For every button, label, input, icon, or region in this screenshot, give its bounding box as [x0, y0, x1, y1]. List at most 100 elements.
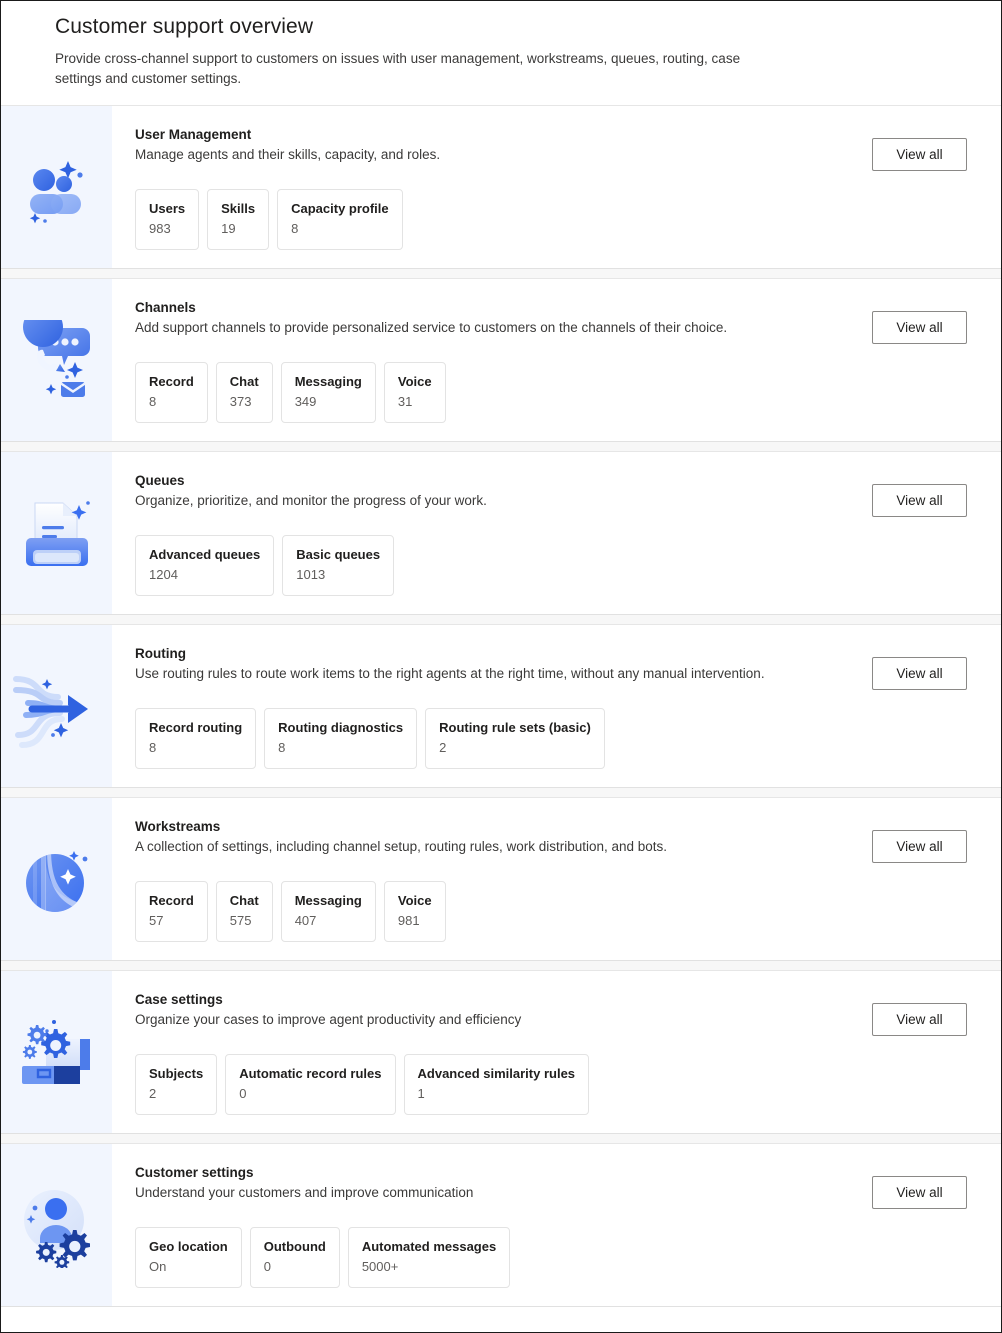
view-all-button[interactable]: View all	[872, 657, 967, 690]
card-body: Queues Organize, prioritize, and monitor …	[112, 452, 862, 614]
stat-tile[interactable]: Voice 31	[383, 362, 446, 423]
stat-tile[interactable]: Outbound 0	[249, 1227, 340, 1288]
card-action-area: View all	[862, 971, 1001, 1133]
view-all-button[interactable]: View all	[872, 1176, 967, 1209]
stat-tile[interactable]: Automated messages 5000+	[347, 1227, 511, 1288]
card-title: Case settings	[135, 992, 223, 1007]
stat-tile-label: Basic queues	[296, 547, 381, 562]
card-description: Organize, prioritize, and monitor the pr…	[135, 493, 487, 508]
card-action-area: View all	[862, 279, 1001, 441]
stat-tile-label: Voice	[397, 374, 432, 389]
overview-card: User Management Manage agents and their s…	[1, 105, 1001, 269]
stat-tile-label: Messaging	[294, 893, 362, 908]
card-illustration	[1, 971, 112, 1133]
overview-card: Case settings Organize your cases to impr…	[1, 970, 1001, 1134]
stat-tile[interactable]: Messaging 349	[280, 362, 376, 423]
view-all-button[interactable]: View all	[872, 484, 967, 517]
card-illustration	[1, 452, 112, 614]
stat-tile-value: On	[149, 1259, 167, 1274]
overview-card: Workstreams A collection of settings, inc…	[1, 797, 1001, 961]
stat-tile[interactable]: Capacity profile 8	[277, 189, 403, 250]
card-body: Workstreams A collection of settings, inc…	[112, 798, 862, 960]
stat-tile[interactable]: Subjects 2	[135, 1054, 218, 1115]
chat-phone-mail-icon	[22, 320, 90, 397]
overview-card: Routing Use routing rules to route work i…	[1, 624, 1001, 788]
stat-tile[interactable]: Record 8	[135, 362, 208, 423]
stat-tile-value: 8	[149, 740, 157, 755]
stat-tile-value: 8	[149, 394, 157, 409]
card-title: Customer settings	[135, 1165, 254, 1180]
customer-support-overview-page: Customer support overview Provide cross-…	[0, 0, 1002, 1333]
stat-tile[interactable]: Skills 19	[207, 189, 270, 250]
stat-tile-label: Geo location	[149, 1239, 228, 1254]
stat-tile-label: Chat	[229, 893, 259, 908]
stat-tile-value: 19	[221, 221, 236, 236]
stat-tile[interactable]: Record 57	[135, 881, 208, 942]
stat-tile-label: Automatic record rules	[239, 1066, 382, 1081]
view-all-button[interactable]: View all	[872, 1003, 967, 1036]
stat-tile-group: Record 8 Chat 373 Messaging 349 Voice 31	[135, 362, 862, 423]
card-description: Understand your customers and improve co…	[135, 1185, 474, 1200]
card-title: Routing	[135, 646, 186, 661]
stat-tile-label: Outbound	[263, 1239, 326, 1254]
page-title: Customer support overview	[55, 15, 314, 38]
stat-tile-label: Skills	[221, 201, 256, 216]
stat-tile-value: 1204	[149, 567, 178, 582]
stat-tile-value: 8	[278, 740, 286, 755]
stat-tile[interactable]: Advanced queues 1204	[135, 535, 275, 596]
stat-tile-value: 0	[263, 1259, 271, 1274]
stat-tile-value: 8	[291, 221, 299, 236]
stat-tile-group: Record 57 Chat 575 Messaging 407 Voice 981	[135, 881, 862, 942]
stat-tile-label: Subjects	[149, 1066, 204, 1081]
stat-tile[interactable]: Routing rule sets (basic) 2	[425, 708, 605, 769]
stat-tile[interactable]: Basic queues 1013	[282, 535, 395, 596]
card-illustration	[1, 625, 112, 787]
stat-tile-label: Capacity profile	[291, 201, 389, 216]
card-illustration	[1, 1144, 112, 1306]
stat-tile-group: Users 983 Skills 19 Capacity profile 8	[135, 189, 862, 250]
card-description: Organize your cases to improve agent pro…	[135, 1012, 522, 1027]
stat-tile-label: Advanced similarity rules	[417, 1066, 576, 1081]
card-title: Channels	[135, 300, 196, 315]
view-all-button[interactable]: View all	[872, 830, 967, 863]
stat-tile-group: Record routing 8 Routing diagnostics 8 Routi…	[135, 708, 862, 769]
card-action-area: View all	[862, 1144, 1001, 1306]
card-description: Use routing rules to route work items to…	[135, 666, 765, 681]
stat-tile[interactable]: Chat 575	[215, 881, 273, 942]
card-action-area: View all	[862, 106, 1001, 268]
stat-tile[interactable]: Messaging 407	[280, 881, 376, 942]
stat-tile[interactable]: Users 983	[135, 189, 200, 250]
card-body: Case settings Organize your cases to impr…	[112, 971, 862, 1133]
stat-tile-value: 0	[239, 1086, 247, 1101]
stat-tile-label: Routing diagnostics	[278, 720, 404, 735]
stat-tile[interactable]: Geo location On	[135, 1227, 242, 1288]
stat-tile-group: Advanced queues 1204 Basic queues 1013	[135, 535, 862, 596]
card-body: Channels Add support channels to provide …	[112, 279, 862, 441]
stat-tile-label: Messaging	[294, 374, 362, 389]
view-all-button[interactable]: View all	[872, 311, 967, 344]
stat-tile-group: Subjects 2 Automatic record rules 0 Advanced…	[135, 1054, 862, 1115]
overview-card-list: User Management Manage agents and their s…	[1, 105, 1001, 1307]
stat-tile-value: 5000+	[361, 1259, 399, 1274]
overview-card: Queues Organize, prioritize, and monitor …	[1, 451, 1001, 615]
page-subtitle: Provide cross-channel support to custome…	[55, 51, 741, 86]
card-action-area: View all	[862, 625, 1001, 787]
stat-tile[interactable]: Record routing 8	[135, 708, 257, 769]
stat-tile[interactable]: Voice 981	[383, 881, 446, 942]
card-action-area: View all	[862, 452, 1001, 614]
stat-tile[interactable]: Routing diagnostics 8	[264, 708, 418, 769]
stat-tile-value: 57	[149, 913, 164, 928]
stat-tile-value: 31	[397, 394, 413, 409]
case-gears-icon	[21, 1020, 90, 1084]
stat-tile-label: Chat	[229, 374, 259, 389]
stat-tile[interactable]: Automatic record rules 0	[225, 1054, 396, 1115]
stat-tile[interactable]: Advanced similarity rules 1	[403, 1054, 590, 1115]
card-description: Manage agents and their skills, capacity…	[135, 147, 441, 162]
routing-arrow-icon	[12, 676, 88, 748]
card-action-area: View all	[862, 798, 1001, 960]
stat-tile-label: Record	[149, 374, 194, 389]
card-description: A collection of settings, including chan…	[135, 839, 668, 854]
stat-tile-value: 1013	[296, 567, 326, 582]
view-all-button[interactable]: View all	[872, 138, 967, 171]
stat-tile[interactable]: Chat 373	[215, 362, 273, 423]
